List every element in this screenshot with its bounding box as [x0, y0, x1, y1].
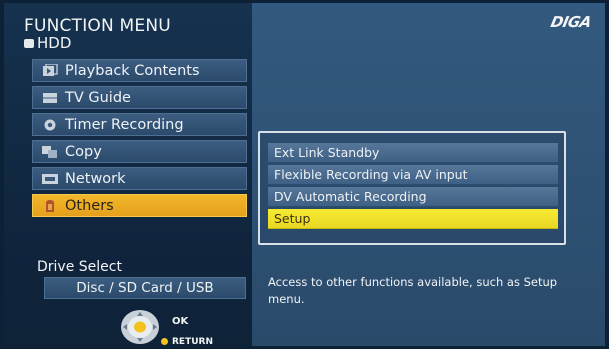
menu-item-label: Playback Contents [65, 62, 200, 79]
menu-item-copy[interactable]: Copy [32, 140, 247, 163]
menu-item-label: Others [65, 197, 114, 214]
others-submenu: Ext Link Standby Flexible Recording via … [258, 131, 566, 245]
submenu-item-setup[interactable]: Setup [268, 209, 558, 229]
remote-control-icon [120, 309, 160, 345]
function-menu-list: Playback Contents TV Guide Timer Recordi… [32, 59, 247, 221]
playback-icon [41, 63, 59, 78]
tv-guide-icon [41, 91, 59, 105]
menu-item-label: TV Guide [65, 89, 131, 106]
menu-item-timer-recording[interactable]: Timer Recording [32, 113, 247, 136]
network-icon [41, 172, 59, 186]
return-label: RETURN [172, 337, 213, 346]
brand-logo: DIGA [549, 13, 593, 31]
menu-item-label: Network [65, 170, 126, 187]
submenu-item-dv-automatic-recording[interactable]: DV Automatic Recording [268, 187, 558, 207]
menu-item-label: Copy [65, 143, 102, 160]
function-menu-panel: FUNCTION MENU HDD Playback Contents TV G… [4, 3, 252, 346]
copy-icon [41, 145, 59, 159]
menu-item-playback-contents[interactable]: Playback Contents [32, 59, 247, 82]
tv-screen: FUNCTION MENU HDD Playback Contents TV G… [4, 3, 605, 346]
help-description: Access to other functions available, suc… [268, 275, 558, 306]
drive-select-button[interactable]: Disc / SD Card / USB [44, 277, 246, 299]
hdd-icon [24, 38, 34, 48]
timer-icon [41, 118, 59, 132]
menu-item-label: Timer Recording [65, 116, 184, 133]
menu-item-tv-guide[interactable]: TV Guide [32, 86, 247, 109]
submenu-list: Ext Link Standby Flexible Recording via … [268, 143, 558, 231]
others-icon [41, 199, 59, 213]
menu-item-network[interactable]: Network [32, 167, 247, 190]
submenu-item-flexible-recording[interactable]: Flexible Recording via AV input [268, 165, 558, 185]
menu-title: FUNCTION MENU [24, 16, 171, 36]
drive-select-title: Drive Select [37, 259, 122, 275]
ok-label: OK [172, 316, 189, 327]
source-label: HDD [37, 34, 72, 52]
return-dot-icon [161, 338, 168, 345]
submenu-item-ext-link-standby[interactable]: Ext Link Standby [268, 143, 558, 163]
menu-item-others[interactable]: Others [32, 194, 247, 217]
source-indicator: HDD [24, 35, 71, 51]
